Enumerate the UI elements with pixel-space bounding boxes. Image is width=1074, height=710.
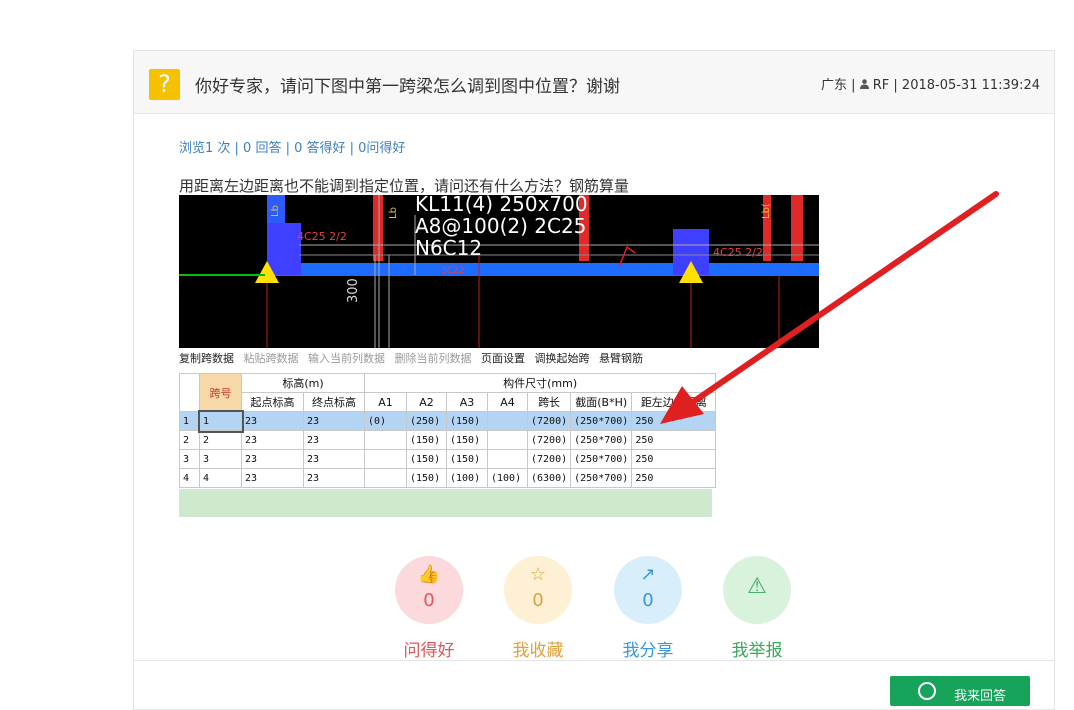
share-count: 0	[642, 590, 654, 611]
share-icon: ↗	[640, 564, 656, 585]
report-action[interactable]: ⚠ 我举报	[723, 556, 791, 661]
favorite-button[interactable]: ☆ 0	[504, 556, 572, 624]
report-button[interactable]: ⚠	[723, 556, 791, 624]
warning-icon: ⚠	[747, 574, 767, 599]
good-question-action[interactable]: 👍 0 问得好	[395, 556, 463, 661]
answer-button[interactable]: 我来回答	[890, 676, 1030, 706]
thumbs-up-icon: 👍	[417, 564, 441, 585]
footer-divider	[134, 660, 1054, 661]
star-icon: ☆	[529, 564, 547, 585]
favorite-count: 0	[532, 590, 544, 611]
share-label: 我分享	[622, 641, 674, 661]
report-label: 我举报	[731, 641, 783, 661]
chat-bubble-icon	[918, 682, 936, 700]
good-question-button[interactable]: 👍 0	[395, 556, 463, 624]
share-action[interactable]: ↗ 0 我分享	[614, 556, 682, 661]
good-question-count: 0	[423, 590, 435, 611]
share-button[interactable]: ↗ 0	[614, 556, 682, 624]
favorite-action[interactable]: ☆ 0 我收藏	[504, 556, 572, 661]
favorite-label: 我收藏	[512, 641, 564, 661]
good-question-label: 问得好	[403, 641, 455, 661]
